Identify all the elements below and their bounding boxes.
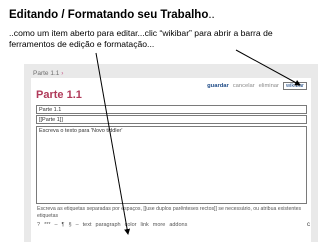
arrow-to-wikibar — [235, 49, 301, 86]
arrow-to-format-bar — [95, 52, 131, 235]
annotation-arrows — [95, 49, 301, 235]
